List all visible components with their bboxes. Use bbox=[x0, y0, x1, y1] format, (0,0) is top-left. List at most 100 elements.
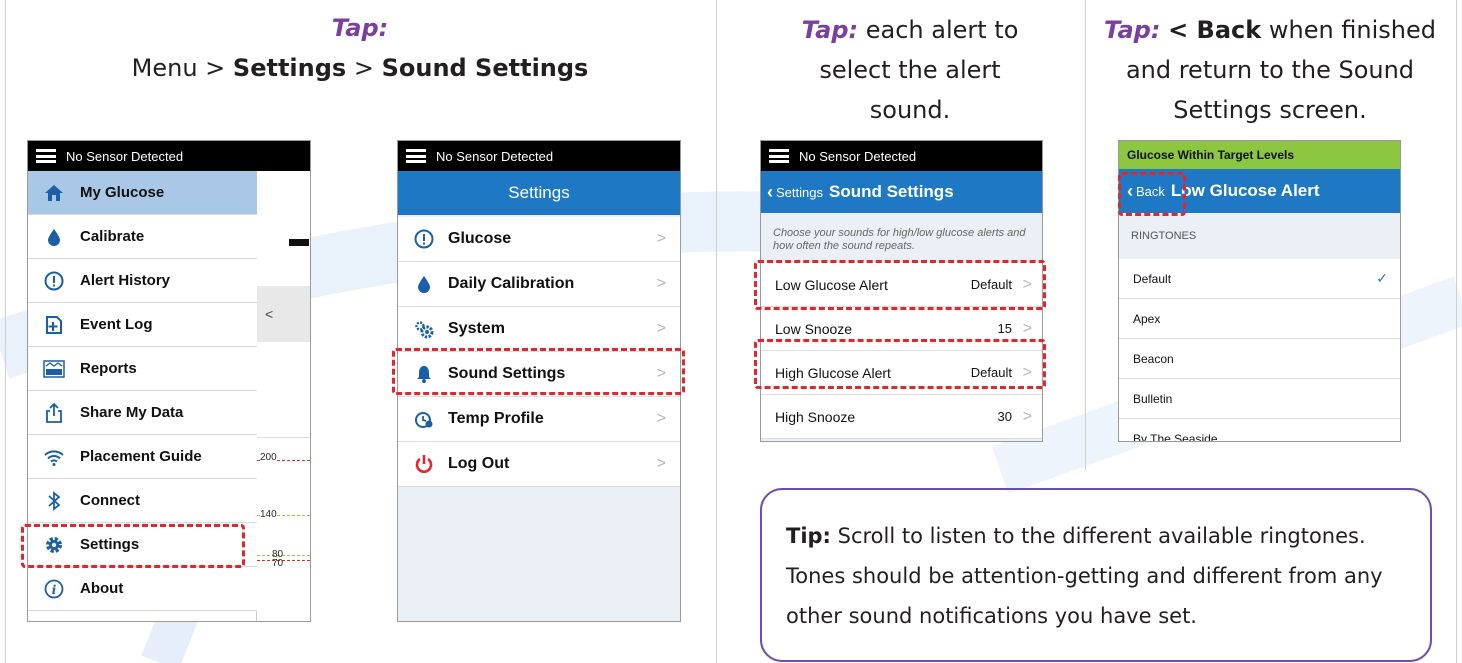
menu-item-label: About bbox=[80, 580, 124, 597]
menu-item-label: Share My Data bbox=[80, 404, 184, 421]
instruction-line: when finished bbox=[1261, 16, 1437, 44]
status-bar: No Sensor Detected bbox=[28, 141, 310, 171]
tap-label: Tap: bbox=[331, 14, 389, 42]
path-separator: > bbox=[346, 54, 382, 82]
drop-icon bbox=[42, 225, 66, 249]
tip-text: Scroll to listen to the different availa… bbox=[786, 524, 1383, 628]
ringtone-label: Apex bbox=[1133, 311, 1161, 326]
wifi-icon bbox=[42, 445, 66, 469]
menu-item-reports[interactable]: Reports bbox=[28, 347, 257, 391]
menu-item-label: Placement Guide bbox=[80, 448, 202, 465]
sound-row-label: High Snooze bbox=[775, 408, 856, 425]
chevron-right-icon: > bbox=[656, 230, 666, 247]
settings-item-daily-calibration[interactable]: Daily Calibration > bbox=[398, 262, 680, 307]
right-border bbox=[1456, 0, 1457, 663]
back-glyph: < bbox=[265, 306, 274, 322]
settings-item-glucose[interactable]: Glucose > bbox=[398, 217, 680, 262]
sound-hint: Choose your sounds for high/low glucose … bbox=[773, 227, 1026, 252]
tap-label: Tap: bbox=[801, 16, 859, 44]
settings-item-log-out[interactable]: Log Out > bbox=[398, 442, 680, 487]
share-icon bbox=[42, 401, 66, 425]
ringtone-item[interactable]: Default ✓ bbox=[1119, 259, 1400, 299]
chevron-right-icon: > bbox=[656, 275, 666, 292]
tap-label: Tap: bbox=[1103, 16, 1161, 44]
menu-item-alert-history[interactable]: Alert History bbox=[28, 259, 257, 303]
sound-row-label: Low Snooze bbox=[775, 320, 853, 337]
graph-area: < 200 140 80 70 bbox=[257, 171, 310, 621]
info-icon: i bbox=[42, 577, 66, 601]
tip-box: Tip: Scroll to listen to the different a… bbox=[760, 488, 1432, 662]
settings-item-label: Glucose bbox=[448, 230, 512, 247]
instruction-line: select the alert bbox=[819, 56, 1001, 84]
status-bar: No Sensor Detected bbox=[398, 141, 680, 171]
menu-item-share-my-data[interactable]: Share My Data bbox=[28, 391, 257, 435]
menu-item-label: Calibrate bbox=[80, 228, 145, 245]
highlight-sound-settings bbox=[392, 348, 685, 395]
reports-icon bbox=[42, 357, 66, 381]
settings-item-system[interactable]: System > bbox=[398, 307, 680, 352]
checkmark-icon: ✓ bbox=[1376, 270, 1388, 286]
instruction-menu-path: Tap: Menu > Settings > Sound Settings bbox=[60, 8, 660, 88]
back-button[interactable]: Settings bbox=[776, 185, 823, 200]
settings-item-label: Temp Profile bbox=[448, 410, 544, 427]
ringtone-item[interactable]: Apex bbox=[1119, 299, 1400, 339]
menu-item-label: Alert History bbox=[80, 272, 171, 289]
instruction-line: sound. bbox=[869, 96, 951, 124]
menu-item-my-glucose[interactable]: My Glucose bbox=[28, 171, 257, 215]
highlight-low-glucose-alert bbox=[754, 260, 1046, 310]
chevron-left-icon[interactable]: ‹ bbox=[767, 182, 773, 203]
sound-settings-header: ‹ Settings Sound Settings bbox=[761, 171, 1042, 213]
bluetooth-icon bbox=[42, 489, 66, 513]
settings-item-temp-profile[interactable]: Temp Profile > bbox=[398, 397, 680, 442]
highlight-settings bbox=[21, 524, 245, 568]
page-title: Low Glucose Alert bbox=[1170, 181, 1320, 200]
hamburger-icon[interactable] bbox=[769, 149, 789, 163]
ringtone-item[interactable]: By The Seaside bbox=[1119, 419, 1400, 441]
path-sound-settings: Sound Settings bbox=[381, 54, 589, 82]
event-log-icon bbox=[42, 313, 66, 337]
graph-line-80 bbox=[257, 555, 310, 556]
menu-item-placement-guide[interactable]: Placement Guide bbox=[28, 435, 257, 479]
hamburger-icon[interactable] bbox=[406, 149, 426, 163]
page-title: Sound Settings bbox=[828, 182, 954, 201]
path-settings: Settings bbox=[232, 54, 347, 82]
graph-line-70 bbox=[257, 560, 310, 561]
highlight-back-button bbox=[1118, 172, 1186, 216]
menu-item-calibrate[interactable]: Calibrate bbox=[28, 215, 257, 259]
back-label: < Back bbox=[1168, 16, 1262, 44]
chevron-right-icon: > bbox=[656, 455, 666, 472]
home-icon bbox=[42, 181, 66, 205]
menu-item-connect[interactable]: Connect bbox=[28, 479, 257, 523]
settings-item-label: Log Out bbox=[448, 455, 510, 472]
column-divider-2 bbox=[1085, 0, 1086, 470]
sound-row-high-snooze[interactable]: High Snooze 30 > bbox=[761, 395, 1042, 439]
ringtone-item[interactable]: Bulletin bbox=[1119, 379, 1400, 419]
ringtone-item[interactable]: Beacon bbox=[1119, 339, 1400, 379]
page-title: Settings bbox=[508, 183, 570, 202]
instruction-line: Settings screen. bbox=[1173, 96, 1367, 124]
power-icon bbox=[412, 452, 436, 476]
status-text: No Sensor Detected bbox=[66, 148, 184, 164]
graph-divider bbox=[257, 437, 310, 438]
alert-icon bbox=[42, 269, 66, 293]
column-divider bbox=[716, 0, 717, 663]
highlight-high-glucose-alert bbox=[754, 339, 1046, 389]
chevron-right-icon: > bbox=[1022, 319, 1032, 337]
menu-item-about[interactable]: i About bbox=[28, 567, 257, 611]
settings-header: Settings bbox=[398, 171, 680, 215]
menu-item-event-log[interactable]: Event Log bbox=[28, 303, 257, 347]
status-text: No Sensor Detected bbox=[799, 148, 917, 164]
ringtone-label: Bulletin bbox=[1133, 391, 1173, 406]
ringtone-label: Beacon bbox=[1133, 351, 1174, 366]
hamburger-icon[interactable] bbox=[36, 149, 56, 163]
instruction-line: each alert to bbox=[858, 16, 1019, 44]
graph-back-button[interactable]: < bbox=[257, 286, 310, 342]
path-menu: Menu > bbox=[131, 54, 233, 82]
sound-row-value: 15 bbox=[997, 321, 1012, 336]
status-banner: Glucose Within Target Levels bbox=[1119, 141, 1400, 169]
svg-text:i: i bbox=[52, 583, 57, 597]
settings-item-label: Daily Calibration bbox=[448, 275, 575, 292]
chevron-right-icon: > bbox=[656, 320, 666, 337]
left-border bbox=[5, 0, 6, 663]
alert-icon bbox=[412, 227, 436, 251]
